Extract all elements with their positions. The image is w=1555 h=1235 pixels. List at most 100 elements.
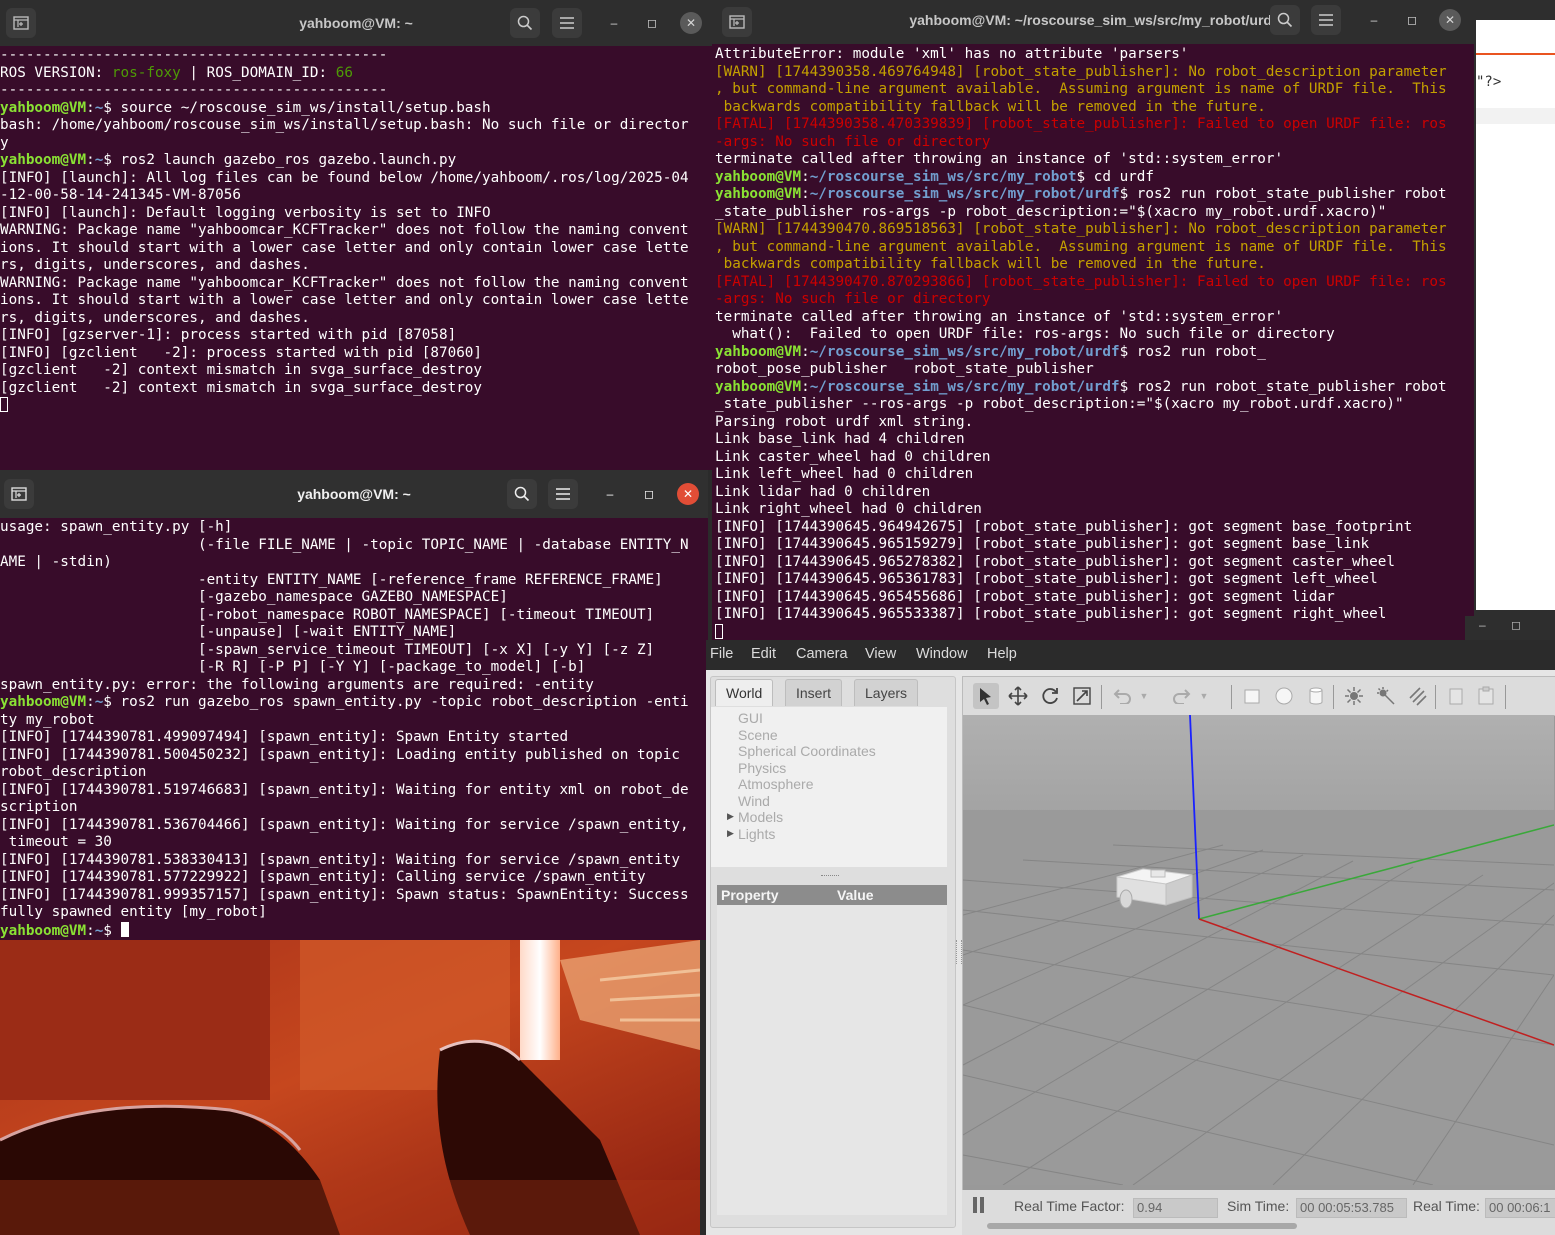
tree-item-spherical-coordinates[interactable]: Spherical Coordinates bbox=[738, 743, 876, 759]
toolbar-separator bbox=[1333, 685, 1334, 709]
terminal-line: [-spawn_service_timeout TIMEOUT] [-x X] … bbox=[0, 641, 655, 658]
tree-item-gui[interactable]: GUI bbox=[738, 710, 763, 726]
splitter-handle[interactable] bbox=[821, 875, 839, 878]
minimize-icon[interactable]: – bbox=[599, 483, 621, 505]
pause-button[interactable] bbox=[972, 1197, 990, 1215]
cylinder-shape-icon[interactable] bbox=[1303, 683, 1329, 709]
gazebo-titlebar-controls: – ◻ bbox=[1465, 616, 1555, 640]
redo-icon[interactable] bbox=[1169, 683, 1195, 709]
terminal-line: (-file FILE_NAME | -topic TOPIC_NAME | -… bbox=[0, 536, 689, 553]
terminal-cursor bbox=[0, 397, 8, 412]
terminal-line: terminate called after throwing an insta… bbox=[715, 151, 1284, 167]
point-light-icon[interactable] bbox=[1341, 683, 1367, 709]
terminal-2-titlebar[interactable]: yahboom@VM: ~ – ◻ ✕ bbox=[0, 470, 708, 518]
terminal-line: ions. It should start with a lower case … bbox=[0, 239, 689, 256]
editor-pane[interactable]: "?> bbox=[1476, 20, 1555, 610]
translate-mode-icon[interactable] bbox=[1005, 683, 1031, 709]
terminal-line: [INFO] [1744390645.965159279] [robot_sta… bbox=[715, 536, 1370, 552]
minimize-icon[interactable]: – bbox=[1479, 618, 1486, 632]
terminal-line: bash: /home/yahboom/roscouse_sim_ws/inst… bbox=[0, 117, 689, 133]
tree-item-lights[interactable]: Lights bbox=[738, 826, 775, 842]
toolbar-separator bbox=[1231, 685, 1232, 709]
undo-history-icon[interactable]: ▼ bbox=[1137, 683, 1151, 709]
horizontal-scrollbar[interactable] bbox=[987, 1223, 1297, 1229]
menu-edit[interactable]: Edit bbox=[751, 646, 776, 662]
terminal-line: ----------------------------------------… bbox=[0, 47, 388, 63]
terminal-3-output[interactable]: AttributeError: module 'xml' has no attr… bbox=[712, 44, 1474, 640]
scene-toolbar: ▼ ▼ bbox=[963, 677, 1555, 716]
close-icon[interactable]: ✕ bbox=[680, 12, 702, 34]
box-shape-icon[interactable] bbox=[1239, 683, 1265, 709]
close-icon[interactable]: ✕ bbox=[1439, 9, 1461, 31]
menu-icon[interactable] bbox=[1311, 5, 1341, 35]
search-icon[interactable] bbox=[507, 479, 537, 509]
terminal-1-titlebar[interactable]: yahboom@VM: ~ – ◻ ✕ bbox=[0, 0, 712, 46]
expand-arrow-icon[interactable]: ▶ bbox=[727, 811, 734, 822]
terminal-line: yahboom@VM:~/roscourse_sim_ws/src/my_rob… bbox=[715, 378, 1447, 395]
maximize-icon[interactable]: ◻ bbox=[1401, 9, 1423, 31]
scale-mode-icon[interactable] bbox=[1069, 683, 1095, 709]
terminal-line: -entity ENTITY_NAME [-reference_frame RE… bbox=[0, 571, 663, 588]
minimize-icon[interactable]: – bbox=[1363, 9, 1385, 31]
maximize-icon[interactable]: ◻ bbox=[641, 12, 663, 34]
close-icon[interactable]: ✕ bbox=[677, 483, 699, 505]
terminal-line: [INFO] [1744390781.499097494] [spawn_ent… bbox=[0, 729, 569, 745]
tree-item-atmosphere[interactable]: Atmosphere bbox=[738, 776, 813, 792]
menu-window[interactable]: Window bbox=[916, 646, 968, 662]
menu-icon[interactable] bbox=[548, 479, 578, 509]
terminal-line: [-unpause] [-wait ENTITY_NAME] bbox=[0, 624, 457, 640]
maximize-icon[interactable]: ◻ bbox=[638, 483, 660, 505]
directional-light-icon[interactable] bbox=[1405, 683, 1431, 709]
terminal-line: [INFO] [1744390645.964942675] [robot_sta… bbox=[715, 518, 1413, 535]
terminal-line: timeout = 30 bbox=[0, 834, 112, 850]
terminal-2-output[interactable]: usage: spawn_entity.py [-h] (-file FILE_… bbox=[0, 518, 708, 940]
scene-3d-view[interactable] bbox=[963, 715, 1554, 1185]
terminal-line: Link left_wheel had 0 children bbox=[715, 466, 974, 482]
terminal-line: ions. It should start with a lower case … bbox=[0, 292, 689, 308]
tree-item-physics[interactable]: Physics bbox=[738, 760, 786, 776]
redo-history-icon[interactable]: ▼ bbox=[1197, 683, 1211, 709]
tab-layers[interactable]: Layers bbox=[854, 679, 919, 706]
minimize-icon[interactable]: – bbox=[603, 12, 625, 34]
rotate-mode-icon[interactable] bbox=[1037, 683, 1063, 709]
toolbar-separator bbox=[1435, 685, 1436, 709]
menu-file[interactable]: File bbox=[710, 646, 733, 662]
tab-insert[interactable]: Insert bbox=[785, 679, 843, 706]
terminal-line: robot_description bbox=[0, 764, 147, 780]
terminal-line: [-robot_namespace ROBOT_NAMESPACE] [-tim… bbox=[0, 606, 655, 623]
menu-icon[interactable] bbox=[552, 8, 582, 38]
toolbar-separator bbox=[1101, 685, 1102, 709]
terminal-3-titlebar[interactable]: yahboom@VM: ~/roscourse_sim_ws/src/my_ro… bbox=[712, 0, 1474, 44]
search-icon[interactable] bbox=[510, 8, 540, 38]
property-table[interactable] bbox=[717, 905, 947, 1215]
terminal-line: yahboom@VM:~/roscourse_sim_ws/src/my_rob… bbox=[715, 186, 1447, 202]
terminal-line: ROS VERSION: ros-foxy | ROS_DOMAIN_ID: 6… bbox=[0, 64, 353, 81]
undo-icon[interactable] bbox=[1109, 683, 1135, 709]
terminal-line: backwards compatibility fallback will be… bbox=[715, 98, 1266, 115]
world-tree: GUI Scene Spherical Coordinates Physics … bbox=[711, 707, 947, 867]
search-icon[interactable] bbox=[1270, 5, 1300, 35]
tree-item-wind[interactable]: Wind bbox=[738, 793, 770, 809]
tab-world[interactable]: World bbox=[715, 679, 774, 706]
editor-text: "?> bbox=[1476, 74, 1502, 90]
expand-arrow-icon[interactable]: ▶ bbox=[727, 828, 734, 839]
tree-item-models[interactable]: Models bbox=[738, 809, 783, 825]
menu-view[interactable]: View bbox=[865, 646, 896, 662]
sphere-shape-icon[interactable] bbox=[1271, 683, 1297, 709]
scene-viewport[interactable]: ▼ ▼ bbox=[962, 676, 1555, 1226]
terminal-line: [-R R] [-P P] [-Y Y] [-package_to_model]… bbox=[0, 659, 586, 675]
copy-icon[interactable] bbox=[1443, 683, 1469, 709]
menu-camera[interactable]: Camera bbox=[796, 646, 848, 662]
maximize-icon[interactable]: ◻ bbox=[1511, 618, 1521, 632]
terminal-line: yahboom@VM:~$ source ~/roscouse_sim_ws/i… bbox=[0, 99, 491, 116]
paste-icon[interactable] bbox=[1473, 683, 1499, 709]
terminal-line: [INFO] [1744390645.965455686] [robot_sta… bbox=[715, 588, 1335, 605]
terminal-1-output[interactable]: ----------------------------------------… bbox=[0, 46, 712, 470]
terminal-line: [INFO] [gzclient -2]: process started wi… bbox=[0, 344, 483, 361]
select-mode-icon[interactable] bbox=[973, 683, 999, 709]
terminal-line: [INFO] [1744390781.500450232] [spawn_ent… bbox=[0, 746, 680, 763]
menu-help[interactable]: Help bbox=[987, 646, 1017, 662]
spot-light-icon[interactable] bbox=[1373, 683, 1399, 709]
tree-item-scene[interactable]: Scene bbox=[738, 727, 778, 743]
terminal-cursor bbox=[120, 921, 129, 937]
